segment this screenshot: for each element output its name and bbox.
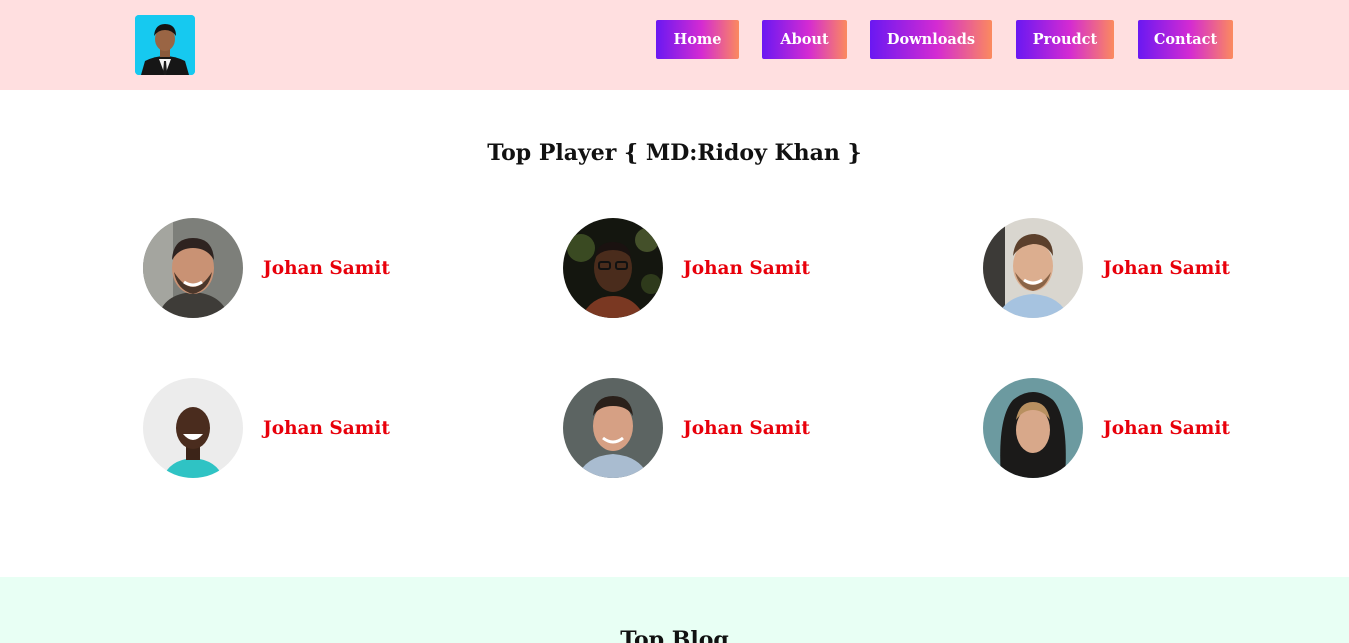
- players-section-title: Top Player { MD:Ridoy Khan }: [487, 140, 862, 166]
- player-avatar: [143, 378, 243, 478]
- player-card[interactable]: Johan Samit: [563, 378, 863, 478]
- player-avatar: [983, 218, 1083, 318]
- man-hood-teal-bg-icon: [983, 378, 1083, 478]
- player-name: Johan Samit: [683, 417, 810, 439]
- nav-about-button[interactable]: About: [762, 20, 847, 59]
- blog-section: Top Blog: [0, 577, 1349, 643]
- player-avatar: [983, 378, 1083, 478]
- player-card[interactable]: Johan Samit: [143, 218, 443, 318]
- nav-downloads-button[interactable]: Downloads: [870, 20, 992, 59]
- player-avatar: [563, 378, 663, 478]
- blog-section-title: Top Blog: [620, 627, 729, 643]
- site-header: Home About Downloads Proudct Contact: [0, 0, 1349, 90]
- nav-home-button[interactable]: Home: [656, 20, 739, 59]
- profile-photo-icon: [135, 15, 195, 75]
- nav-product-button[interactable]: Proudct: [1016, 20, 1114, 59]
- player-card[interactable]: Johan Samit: [983, 218, 1283, 318]
- player-name: Johan Samit: [263, 257, 390, 279]
- player-name: Johan Samit: [683, 257, 810, 279]
- man-beard-smiling-icon: [143, 218, 243, 318]
- logo-avatar[interactable]: [135, 15, 195, 75]
- nav-contact-button[interactable]: Contact: [1138, 20, 1233, 59]
- player-avatar: [563, 218, 663, 318]
- man-smiling-light-icon: [983, 218, 1083, 318]
- player-avatar: [143, 218, 243, 318]
- player-card[interactable]: Johan Samit: [143, 378, 443, 478]
- man-smiling-grey-bg-icon: [563, 378, 663, 478]
- player-name: Johan Samit: [263, 417, 390, 439]
- man-glasses-dark-icon: [563, 218, 663, 318]
- man-laughing-white-bg-icon: [143, 378, 243, 478]
- player-name: Johan Samit: [1103, 417, 1230, 439]
- player-name: Johan Samit: [1103, 257, 1230, 279]
- player-card[interactable]: Johan Samit: [983, 378, 1283, 478]
- player-card[interactable]: Johan Samit: [563, 218, 863, 318]
